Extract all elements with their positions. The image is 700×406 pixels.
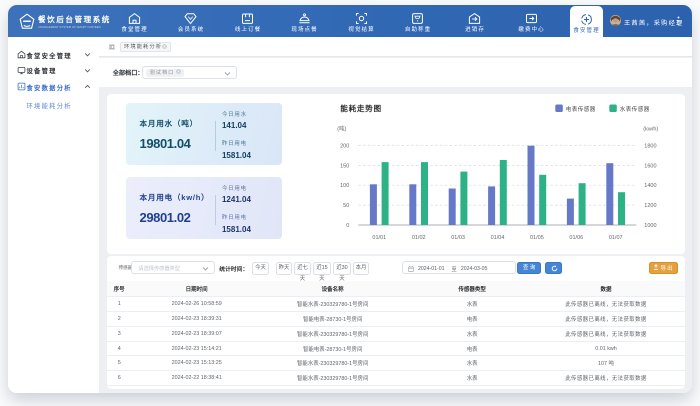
svg-text:(吨): (吨)	[337, 124, 346, 132]
svg-text:水表传感器: 水表传感器	[619, 105, 649, 113]
svg-text:01/01: 01/01	[372, 235, 386, 241]
svg-text:电表传感器: 电表传感器	[565, 105, 595, 113]
svg-text:100: 100	[340, 183, 349, 189]
svg-text:01/05: 01/05	[530, 235, 544, 241]
svg-text:01/07: 01/07	[609, 235, 623, 241]
svg-text:能耗走势图: 能耗走势图	[340, 103, 381, 113]
svg-text:01/02: 01/02	[412, 235, 426, 241]
svg-text:200: 200	[340, 143, 349, 149]
svg-text:50: 50	[343, 203, 349, 209]
svg-text:1000: 1000	[644, 223, 656, 229]
svg-text:0: 0	[346, 223, 349, 229]
svg-text:1200: 1200	[644, 203, 656, 209]
svg-text:01/04: 01/04	[490, 235, 504, 241]
svg-text:(kw/h): (kw/h)	[643, 126, 658, 132]
svg-text:150: 150	[340, 163, 349, 169]
svg-text:01/03: 01/03	[451, 235, 465, 241]
svg-text:01/06: 01/06	[569, 235, 583, 241]
svg-text:1800: 1800	[644, 143, 656, 149]
svg-text:1400: 1400	[644, 183, 656, 189]
svg-text:1600: 1600	[644, 163, 656, 169]
